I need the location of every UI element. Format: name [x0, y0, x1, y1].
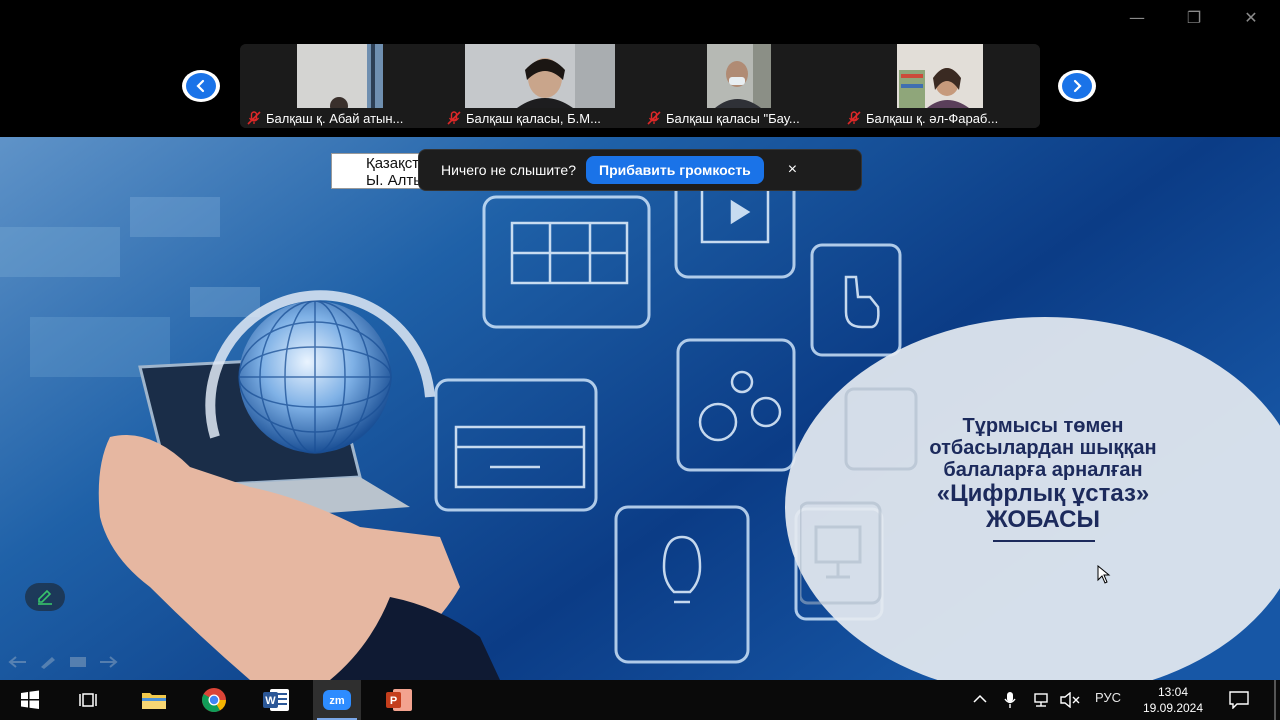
zoom-icon: zm [323, 690, 351, 710]
shared-screen[interactable]: Қазақстан Республикасының Ы. Алтынсарин … [0, 137, 1280, 680]
word-button[interactable]: W [252, 680, 300, 720]
mic-off-icon [247, 111, 261, 125]
participant-tile[interactable]: Балқаш қ. әл-Фараб... [840, 44, 1040, 128]
slide-title-line-3: балаларға арналған [943, 459, 1143, 481]
close-window-button[interactable]: ✕ [1236, 8, 1266, 27]
participant-name: Балқаш қаласы, Б.М... [466, 110, 601, 126]
minimize-button[interactable]: — [1122, 8, 1152, 27]
svg-text:zm: zm [329, 695, 345, 707]
zoom-window: — ❐ ✕ Балқаш қ. Абай атын... Балқаш қала… [0, 0, 1280, 680]
annotate-button[interactable] [25, 583, 65, 611]
audio-notification: Ничего не слышите? Прибавить громкость × [418, 149, 862, 191]
participant-tile[interactable]: Балқаш қаласы, Б.М... [440, 44, 640, 128]
zoom-button[interactable]: zm [313, 680, 361, 720]
powerpoint-icon: P [386, 689, 412, 711]
show-hidden-icons-icon[interactable] [973, 694, 987, 704]
clock-date: 19.09.2024 [1142, 701, 1204, 715]
volume-muted-icon[interactable] [1059, 692, 1081, 708]
participant-strip: Балқаш қ. Абай атын... Балқаш қаласы, Б.… [240, 44, 1040, 128]
participant-video [465, 44, 615, 108]
slide-title-line-4: «Цифрлық ұстаз» [936, 480, 1150, 507]
word-icon: W [263, 689, 289, 711]
notifications-icon[interactable] [1229, 691, 1249, 709]
mic-off-icon [847, 111, 861, 125]
participant-name: Балқаш қ. әл-Фараб... [866, 110, 999, 126]
folder-icon [142, 693, 166, 709]
network-icon[interactable] [1031, 692, 1051, 708]
participant-video [707, 44, 771, 108]
chevron-left-icon [186, 73, 216, 99]
clock-time: 13:04 [1157, 685, 1189, 699]
task-view-icon [79, 693, 97, 707]
clock[interactable]: 13:04 19.09.2024 [1132, 684, 1214, 716]
microphone-icon[interactable] [1003, 691, 1017, 709]
task-view-button[interactable] [66, 680, 114, 720]
participant-tile[interactable]: Балқаш қ. Абай атын... [240, 44, 440, 128]
participant-tile[interactable]: Балқаш қаласы "Бау... [640, 44, 840, 128]
notification-question: Ничего не слышите? [441, 162, 577, 178]
restore-button[interactable]: ❐ [1179, 8, 1209, 27]
powerpoint-button[interactable]: P [375, 680, 423, 720]
screen-tool-icon[interactable] [68, 655, 88, 669]
next-slide-icon[interactable] [98, 655, 118, 669]
svg-text:P: P [390, 695, 397, 707]
next-participants-button[interactable] [1058, 70, 1096, 102]
svg-text:W: W [265, 695, 276, 707]
mic-off-icon [447, 111, 461, 125]
close-notification-button[interactable]: × [788, 161, 797, 179]
slideshow-toolbar [8, 655, 118, 669]
participant-name: Балқаш қ. Абай атын... [266, 110, 404, 126]
slide-title-line-2: отбасылардан шыққан [929, 437, 1157, 459]
chevron-right-icon [1062, 73, 1092, 99]
slide-title-line-5: ЖОБАСЫ [986, 506, 1100, 533]
participant-video [297, 44, 383, 108]
start-button[interactable] [6, 680, 54, 720]
previous-slide-icon[interactable] [8, 655, 28, 669]
participant-video [897, 44, 983, 108]
participant-name: Балқаш қаласы "Бау... [666, 110, 800, 126]
slide-title-line-1: Тұрмысы төмен [962, 415, 1124, 437]
increase-volume-button[interactable]: Прибавить громкость [586, 156, 764, 184]
input-language[interactable]: РУС [1095, 690, 1121, 705]
file-explorer-button[interactable] [130, 680, 178, 720]
chrome-icon [202, 688, 226, 713]
show-desktop-button[interactable] [1274, 680, 1276, 720]
previous-participants-button[interactable] [182, 70, 220, 102]
mouse-cursor-icon [1097, 565, 1111, 584]
title-underline [993, 540, 1095, 542]
mic-off-icon [647, 111, 661, 125]
chrome-button[interactable] [190, 680, 238, 720]
pen-tool-icon[interactable] [38, 655, 58, 669]
taskbar: W zm P РУС 13:04 19.09.2024 [0, 680, 1280, 720]
windows-logo-icon [21, 690, 39, 709]
slide-title: Тұрмысы төмен отбасылардан шыққан балала… [870, 415, 1216, 533]
pencil-icon [38, 589, 52, 605]
